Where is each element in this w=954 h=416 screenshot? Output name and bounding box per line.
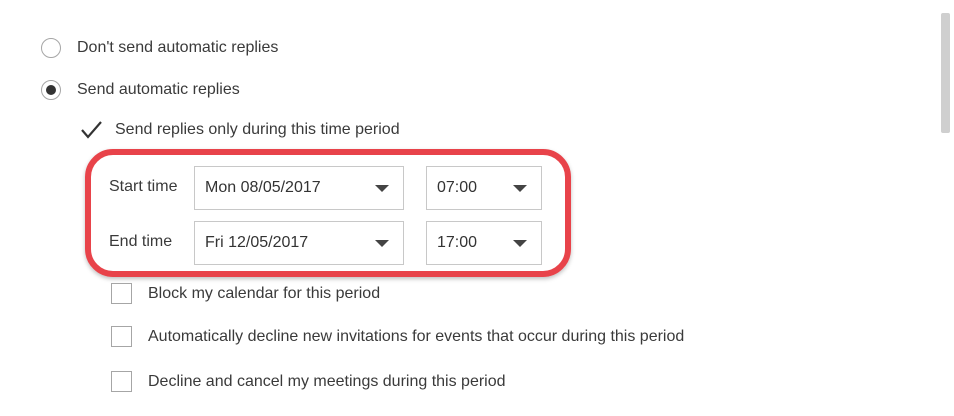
checkmark-icon (81, 121, 102, 139)
time-period-option[interactable]: Send replies only during this time perio… (78, 119, 400, 140)
dont-send-option[interactable]: Don't send automatic replies (41, 38, 278, 58)
send-label: Send automatic replies (77, 81, 240, 98)
decline-invites-checkbox[interactable] (111, 326, 132, 347)
block-calendar-option[interactable]: Block my calendar for this period (111, 283, 380, 304)
decline-invites-label: Automatically decline new invitations fo… (148, 327, 685, 345)
time-period-label: Send replies only during this time perio… (115, 120, 400, 138)
radio-selected-dot (46, 85, 56, 95)
decline-cancel-option[interactable]: Decline and cancel my meetings during th… (111, 371, 506, 392)
dont-send-label: Don't send automatic replies (77, 39, 279, 56)
dont-send-radio[interactable] (41, 38, 61, 58)
time-period-checkbox[interactable] (78, 119, 102, 140)
block-calendar-label: Block my calendar for this period (148, 284, 381, 302)
block-calendar-checkbox[interactable] (111, 283, 132, 304)
highlight-annotation (85, 149, 571, 277)
send-radio[interactable] (41, 80, 61, 100)
scrollbar-thumb[interactable] (941, 13, 950, 133)
decline-cancel-label: Decline and cancel my meetings during th… (148, 372, 506, 390)
decline-invites-option[interactable]: Automatically decline new invitations fo… (111, 326, 684, 347)
send-option[interactable]: Send automatic replies (41, 80, 240, 100)
decline-cancel-checkbox[interactable] (111, 371, 132, 392)
